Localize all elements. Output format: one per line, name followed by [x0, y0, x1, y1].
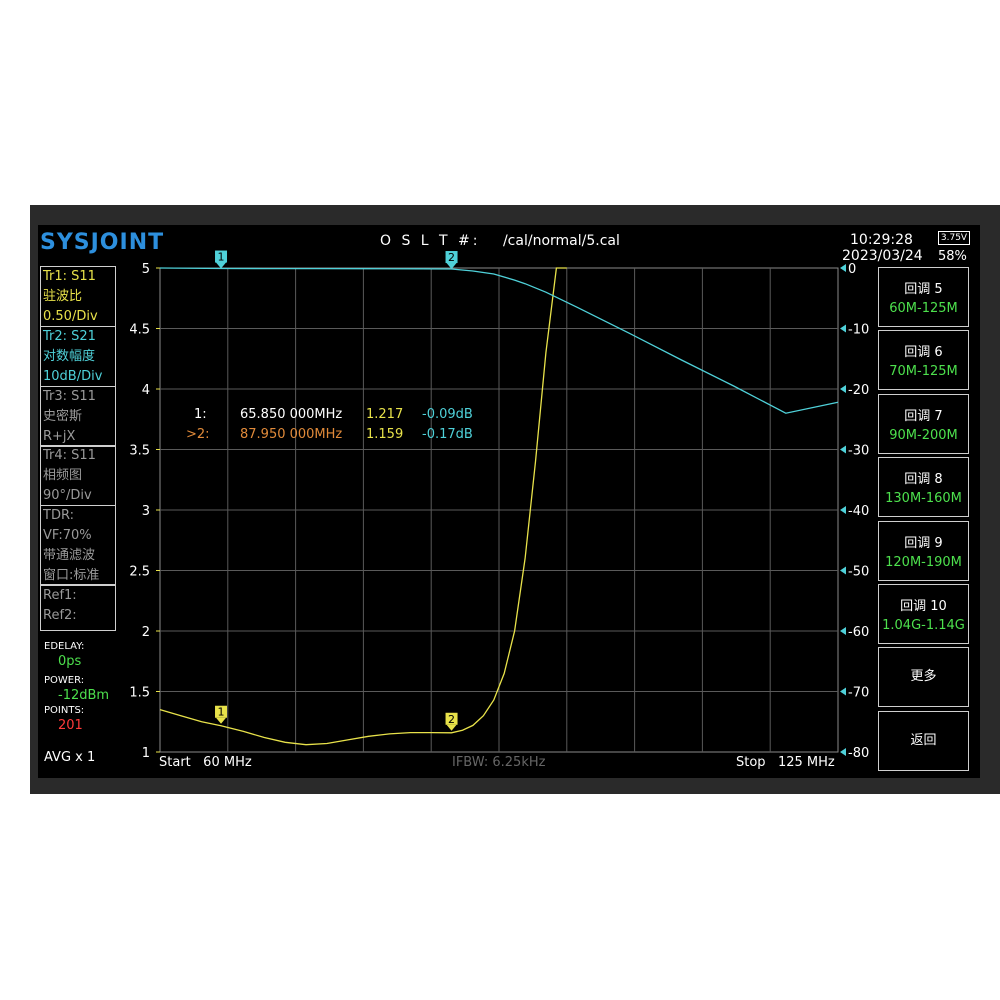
- left-tick-label: 1: [142, 746, 150, 761]
- marker-1-swr: 1.217: [366, 407, 404, 422]
- right-tick-arrow: [840, 324, 846, 333]
- right-tick-arrow: [840, 506, 846, 514]
- recall-6-range: 70M-125M: [889, 364, 958, 379]
- more-button[interactable]: 更多: [878, 647, 969, 707]
- recall-9-title: 回调 9: [904, 536, 943, 551]
- recall-8-title: 回调 8: [904, 472, 943, 487]
- left-tick-label: 2: [142, 625, 150, 640]
- left-axis-ticks: 5 4.5 4 3.5 3 2.5 2 1.5 1: [129, 262, 160, 761]
- marker-1-freq: 65.850 000MHz: [240, 407, 343, 422]
- start-freq[interactable]: Start 60 MHz: [159, 755, 252, 770]
- marker-1-db: -0.09dB: [422, 407, 473, 422]
- right-tick-arrow: [840, 264, 846, 272]
- stop-freq[interactable]: Stop 125 MHz: [736, 755, 835, 770]
- right-tick-label: -30: [848, 444, 869, 459]
- left-tick-label: 3: [142, 504, 150, 519]
- chart-markers: 1 1 2 2: [215, 250, 458, 731]
- right-tick-arrow: [840, 627, 846, 635]
- recall-7-button[interactable]: 回调 7 90M-200M: [878, 394, 969, 454]
- right-tick-label: -80: [848, 746, 869, 761]
- back-button[interactable]: 返回: [878, 711, 969, 771]
- left-tick-label: 1.5: [129, 686, 150, 701]
- right-tick-arrow: [840, 687, 846, 696]
- marker-2-db: -0.17dB: [422, 427, 473, 442]
- marker-2-swr: 1.159: [366, 427, 404, 442]
- recall-10-range: 1.04G-1.14G: [882, 618, 965, 633]
- s21-marker-number: 1: [218, 251, 225, 264]
- recall-10-title: 回调 10: [900, 599, 947, 614]
- s21-marker-number: 2: [448, 251, 455, 264]
- right-tick-label: -70: [848, 686, 869, 701]
- recall-5-button[interactable]: 回调 5 60M-125M: [878, 267, 969, 327]
- recall-6-title: 回调 6: [904, 345, 943, 360]
- swr-marker-number: 2: [448, 713, 455, 726]
- recall-5-title: 回调 5: [904, 282, 943, 297]
- recall-9-button[interactable]: 回调 9 120M-190M: [878, 521, 969, 581]
- left-tick-label: 2.5: [129, 565, 150, 580]
- right-tick-label: 0: [848, 262, 856, 277]
- marker-2-label: >2:: [186, 427, 210, 442]
- stop-value: 125 MHz: [777, 755, 835, 770]
- right-tick-arrow: [840, 748, 846, 756]
- right-tick-arrow: [840, 385, 846, 393]
- right-tick-label: -20: [848, 383, 869, 398]
- left-tick-label: 3.5: [129, 444, 150, 459]
- marker-2-freq: 87.950 000MHz: [240, 427, 343, 442]
- recall-8-range: 130M-160M: [885, 491, 962, 506]
- right-tick-arrow: [840, 445, 846, 454]
- left-tick-label: 4.5: [129, 323, 150, 338]
- right-tick-label: -40: [848, 504, 869, 519]
- right-tick-label: -50: [848, 565, 869, 580]
- left-tick-label: 5: [142, 262, 150, 277]
- swr-marker-number: 1: [218, 706, 225, 719]
- recall-6-button[interactable]: 回调 6 70M-125M: [878, 330, 969, 390]
- recall-9-range: 120M-190M: [885, 555, 962, 570]
- stop-label: Stop: [736, 755, 766, 770]
- right-tick-label: -10: [848, 323, 869, 338]
- start-label: Start: [159, 755, 191, 770]
- marker-1-label: 1:: [194, 407, 207, 422]
- chart-grid: [159, 267, 839, 753]
- right-tick-arrow: [840, 566, 846, 575]
- measurement-chart: 5 4.5 4 3.5 3 2.5 2 1.5 1 0 -10 -20 -30 -40 -50 -60 -70…: [129, 250, 869, 761]
- more-label: 更多: [910, 669, 937, 684]
- recall-10-button[interactable]: 回调 10 1.04G-1.14G: [878, 584, 969, 644]
- recall-5-range: 60M-125M: [889, 301, 958, 316]
- ifbw: IFBW: 6.25kHz: [452, 755, 546, 770]
- back-label: 返回: [910, 733, 937, 748]
- right-axis-ticks: 0 -10 -20 -30 -40 -50 -60 -70 -80: [840, 262, 869, 761]
- recall-8-button[interactable]: 回调 8 130M-160M: [878, 457, 969, 517]
- recall-7-range: 90M-200M: [889, 428, 958, 443]
- start-value: 60 MHz: [203, 755, 252, 770]
- right-tick-label: -60: [848, 625, 869, 640]
- left-tick-label: 4: [142, 383, 150, 398]
- recall-7-title: 回调 7: [904, 409, 943, 424]
